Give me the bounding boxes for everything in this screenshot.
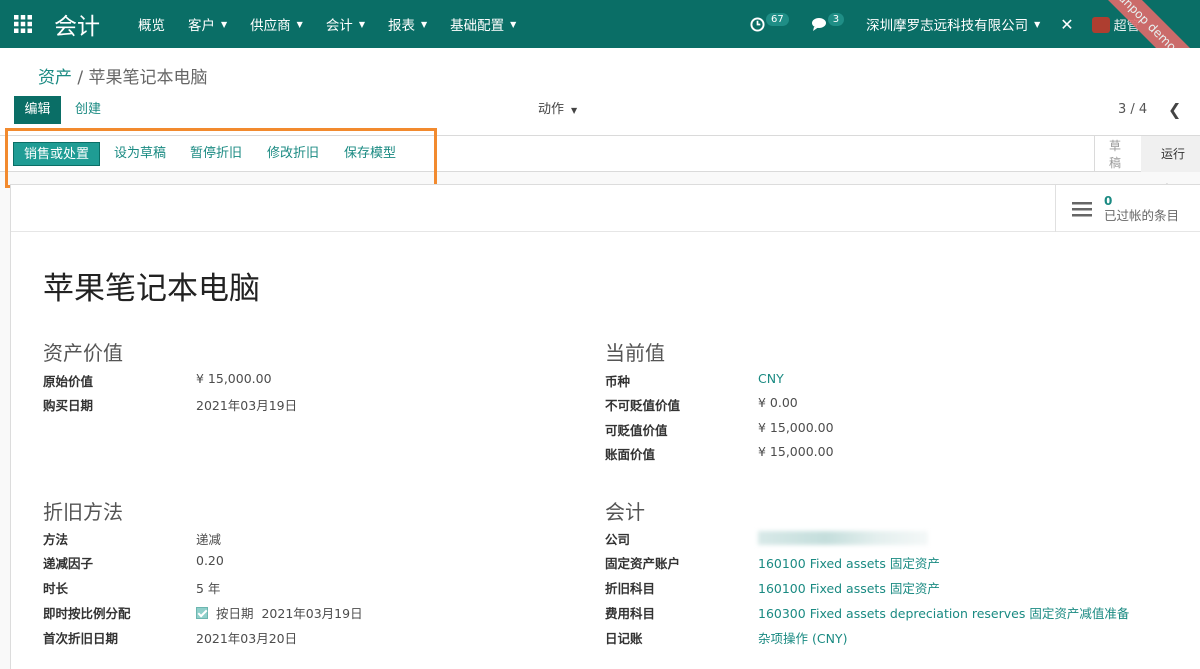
degressive-factor-label: 递减因子 <box>43 556 94 571</box>
messages-badge: 3 <box>827 12 845 26</box>
activity-badge: 67 <box>766 12 789 26</box>
non-depreciable-value: ¥ 0.00 <box>758 395 798 410</box>
clock-icon <box>750 16 765 32</box>
menu-configuration[interactable]: 基础配置 ▼ <box>450 14 516 34</box>
expense-account-label: 费用科目 <box>605 606 656 621</box>
depreciation-method-heading: 折旧方法 <box>43 500 123 524</box>
create-button[interactable]: 创建 <box>75 96 101 124</box>
prorata-date: 2021年03月19日 <box>261 606 363 621</box>
pager-previous-icon[interactable]: ❮ <box>1168 96 1181 124</box>
menu-customers-label: 客户 <box>188 18 215 34</box>
depreciable-value: ¥ 15,000.00 <box>758 420 834 435</box>
method-label: 方法 <box>43 532 69 547</box>
user-avatar-icon <box>1091 16 1110 33</box>
caret-down-icon: ▼ <box>296 19 303 29</box>
stage-running[interactable]: 运行中 <box>1141 136 1200 197</box>
menu-overview[interactable]: 概览 <box>138 14 165 34</box>
form-sheet: 0 已过帐的条目 苹果笔记本电脑 资产价值 原始价值 ¥ 15,000.00 购… <box>10 184 1200 669</box>
action-label: 动作 <box>538 102 565 117</box>
fixed-asset-account-label: 固定资产账户 <box>605 556 681 571</box>
menu-accounting[interactable]: 会计 ▼ <box>326 14 365 34</box>
caret-down-icon: ▼ <box>510 19 517 29</box>
action-dropdown[interactable]: 动作 ▼ <box>538 96 577 124</box>
main-menu: 概览 客户 ▼ 供应商 ▼ 会计 ▼ 报表 ▼ 基础配置 ▼ <box>138 14 539 34</box>
menu-vendors-label: 供应商 <box>250 18 291 34</box>
control-panel: 资产 / 苹果笔记本电脑 编辑 创建 动作 ▼ 3 / 4 ❮ <box>0 48 1200 136</box>
navbar-systray: 67 3 深圳摩罗志远科技有限公司 ▼ ✕ 超管 <box>750 0 1140 48</box>
edit-button[interactable]: 编辑 <box>14 96 61 124</box>
company-value-redacted <box>758 529 928 545</box>
current-value-heading: 当前值 <box>605 341 665 365</box>
menu-customers[interactable]: 客户 ▼ <box>188 14 227 34</box>
purchase-date: 2021年03月19日 <box>196 398 298 413</box>
chat-icon <box>811 18 826 31</box>
purchase-date-label: 购买日期 <box>43 398 94 413</box>
caret-down-icon: ▼ <box>571 106 578 115</box>
breadcrumb-separator: / <box>77 68 84 88</box>
accounting-heading: 会计 <box>605 500 645 524</box>
status-stages: 草稿 运行中 <box>1094 136 1200 197</box>
prorata-label: 即时按比例分配 <box>43 606 131 621</box>
asset-value-heading: 资产价值 <box>43 341 123 365</box>
breadcrumb-parent-link[interactable]: 资产 <box>38 68 72 88</box>
journal-label: 日记账 <box>605 631 643 646</box>
currency-label: 币种 <box>605 374 631 389</box>
breadcrumb-current: 苹果笔记本电脑 <box>88 68 208 88</box>
method-value: 递减 <box>196 532 222 547</box>
original-value-label: 原始价值 <box>43 374 94 389</box>
menu-configuration-label: 基础配置 <box>450 18 505 34</box>
caret-down-icon: ▼ <box>221 19 228 29</box>
original-value: ¥ 15,000.00 <box>196 371 272 386</box>
non-depreciable-label: 不可贬值价值 <box>605 398 681 413</box>
menu-reports-label: 报表 <box>387 18 415 34</box>
caret-down-icon: ▼ <box>420 19 428 29</box>
button-box: 0 已过帐的条目 <box>11 185 1200 232</box>
prorata-text: 按日期 <box>216 606 254 621</box>
menu-overview-label: 概览 <box>138 18 165 34</box>
breadcrumb: 资产 / 苹果笔记本电脑 <box>38 63 208 88</box>
depreciable-label: 可贬值价值 <box>605 423 668 438</box>
activity-button[interactable]: 67 <box>750 12 789 32</box>
prorata-value: 按日期 2021年03月19日 <box>196 603 363 622</box>
depreciation-account-label: 折旧科目 <box>605 581 656 596</box>
messages-button[interactable]: 3 <box>811 12 845 31</box>
annotation-highlight-box <box>5 128 437 188</box>
caret-down-icon: ▼ <box>358 19 365 29</box>
depreciation-account-link[interactable]: 160100 Fixed assets 固定资产 <box>758 578 940 597</box>
company-name: 深圳摩罗志远科技有限公司 <box>866 18 1029 34</box>
apps-menu-icon[interactable] <box>0 0 46 48</box>
book-value: ¥ 15,000.00 <box>758 444 834 459</box>
asset-title: 苹果笔记本电脑 <box>43 271 260 307</box>
duration-label: 时长 <box>43 581 69 596</box>
company-switcher[interactable]: 深圳摩罗志远科技有限公司 ▼ <box>866 14 1040 34</box>
app-brand[interactable]: 会计 <box>54 7 100 41</box>
currency-link[interactable]: CNY <box>758 371 784 386</box>
list-icon <box>1072 201 1092 216</box>
fixed-asset-account-link[interactable]: 160100 Fixed assets 固定资产 <box>758 553 940 572</box>
degressive-factor-value: 0.20 <box>196 553 224 568</box>
stage-draft[interactable]: 草稿 <box>1095 137 1141 171</box>
debug-tools-icon[interactable]: ✕ <box>1060 15 1073 34</box>
pager-value[interactable]: 3 / 4 <box>1118 96 1147 124</box>
expense-account-link[interactable]: 160300 Fixed assets depreciation reserve… <box>758 603 1129 622</box>
company-label: 公司 <box>605 532 631 547</box>
book-value-label: 账面价值 <box>605 447 656 462</box>
posted-entries-smart-button[interactable]: 0 已过帐的条目 <box>1055 185 1200 232</box>
journal-link[interactable]: 杂项操作 (CNY) <box>758 628 847 647</box>
menu-reports[interactable]: 报表 ▼ <box>388 14 427 34</box>
posted-entries-count: 0 <box>1104 194 1113 208</box>
redacted-blur <box>758 530 928 545</box>
menu-accounting-label: 会计 <box>325 18 353 34</box>
first-depreciation-date-label: 首次折旧日期 <box>43 631 119 646</box>
top-navbar: 会计 概览 客户 ▼ 供应商 ▼ 会计 ▼ 报表 ▼ 基础配置 ▼ 67 3 深圳摩罗志远… <box>0 0 1200 97</box>
menu-vendors[interactable]: 供应商 ▼ <box>250 14 303 34</box>
duration-value: 5 年 <box>196 581 221 596</box>
posted-entries-label: 已过帐的条目 <box>1104 208 1180 223</box>
caret-down-icon: ▼ <box>1034 19 1041 29</box>
prorata-checkbox[interactable] <box>196 607 208 619</box>
first-depreciation-date: 2021年03月20日 <box>196 631 298 646</box>
